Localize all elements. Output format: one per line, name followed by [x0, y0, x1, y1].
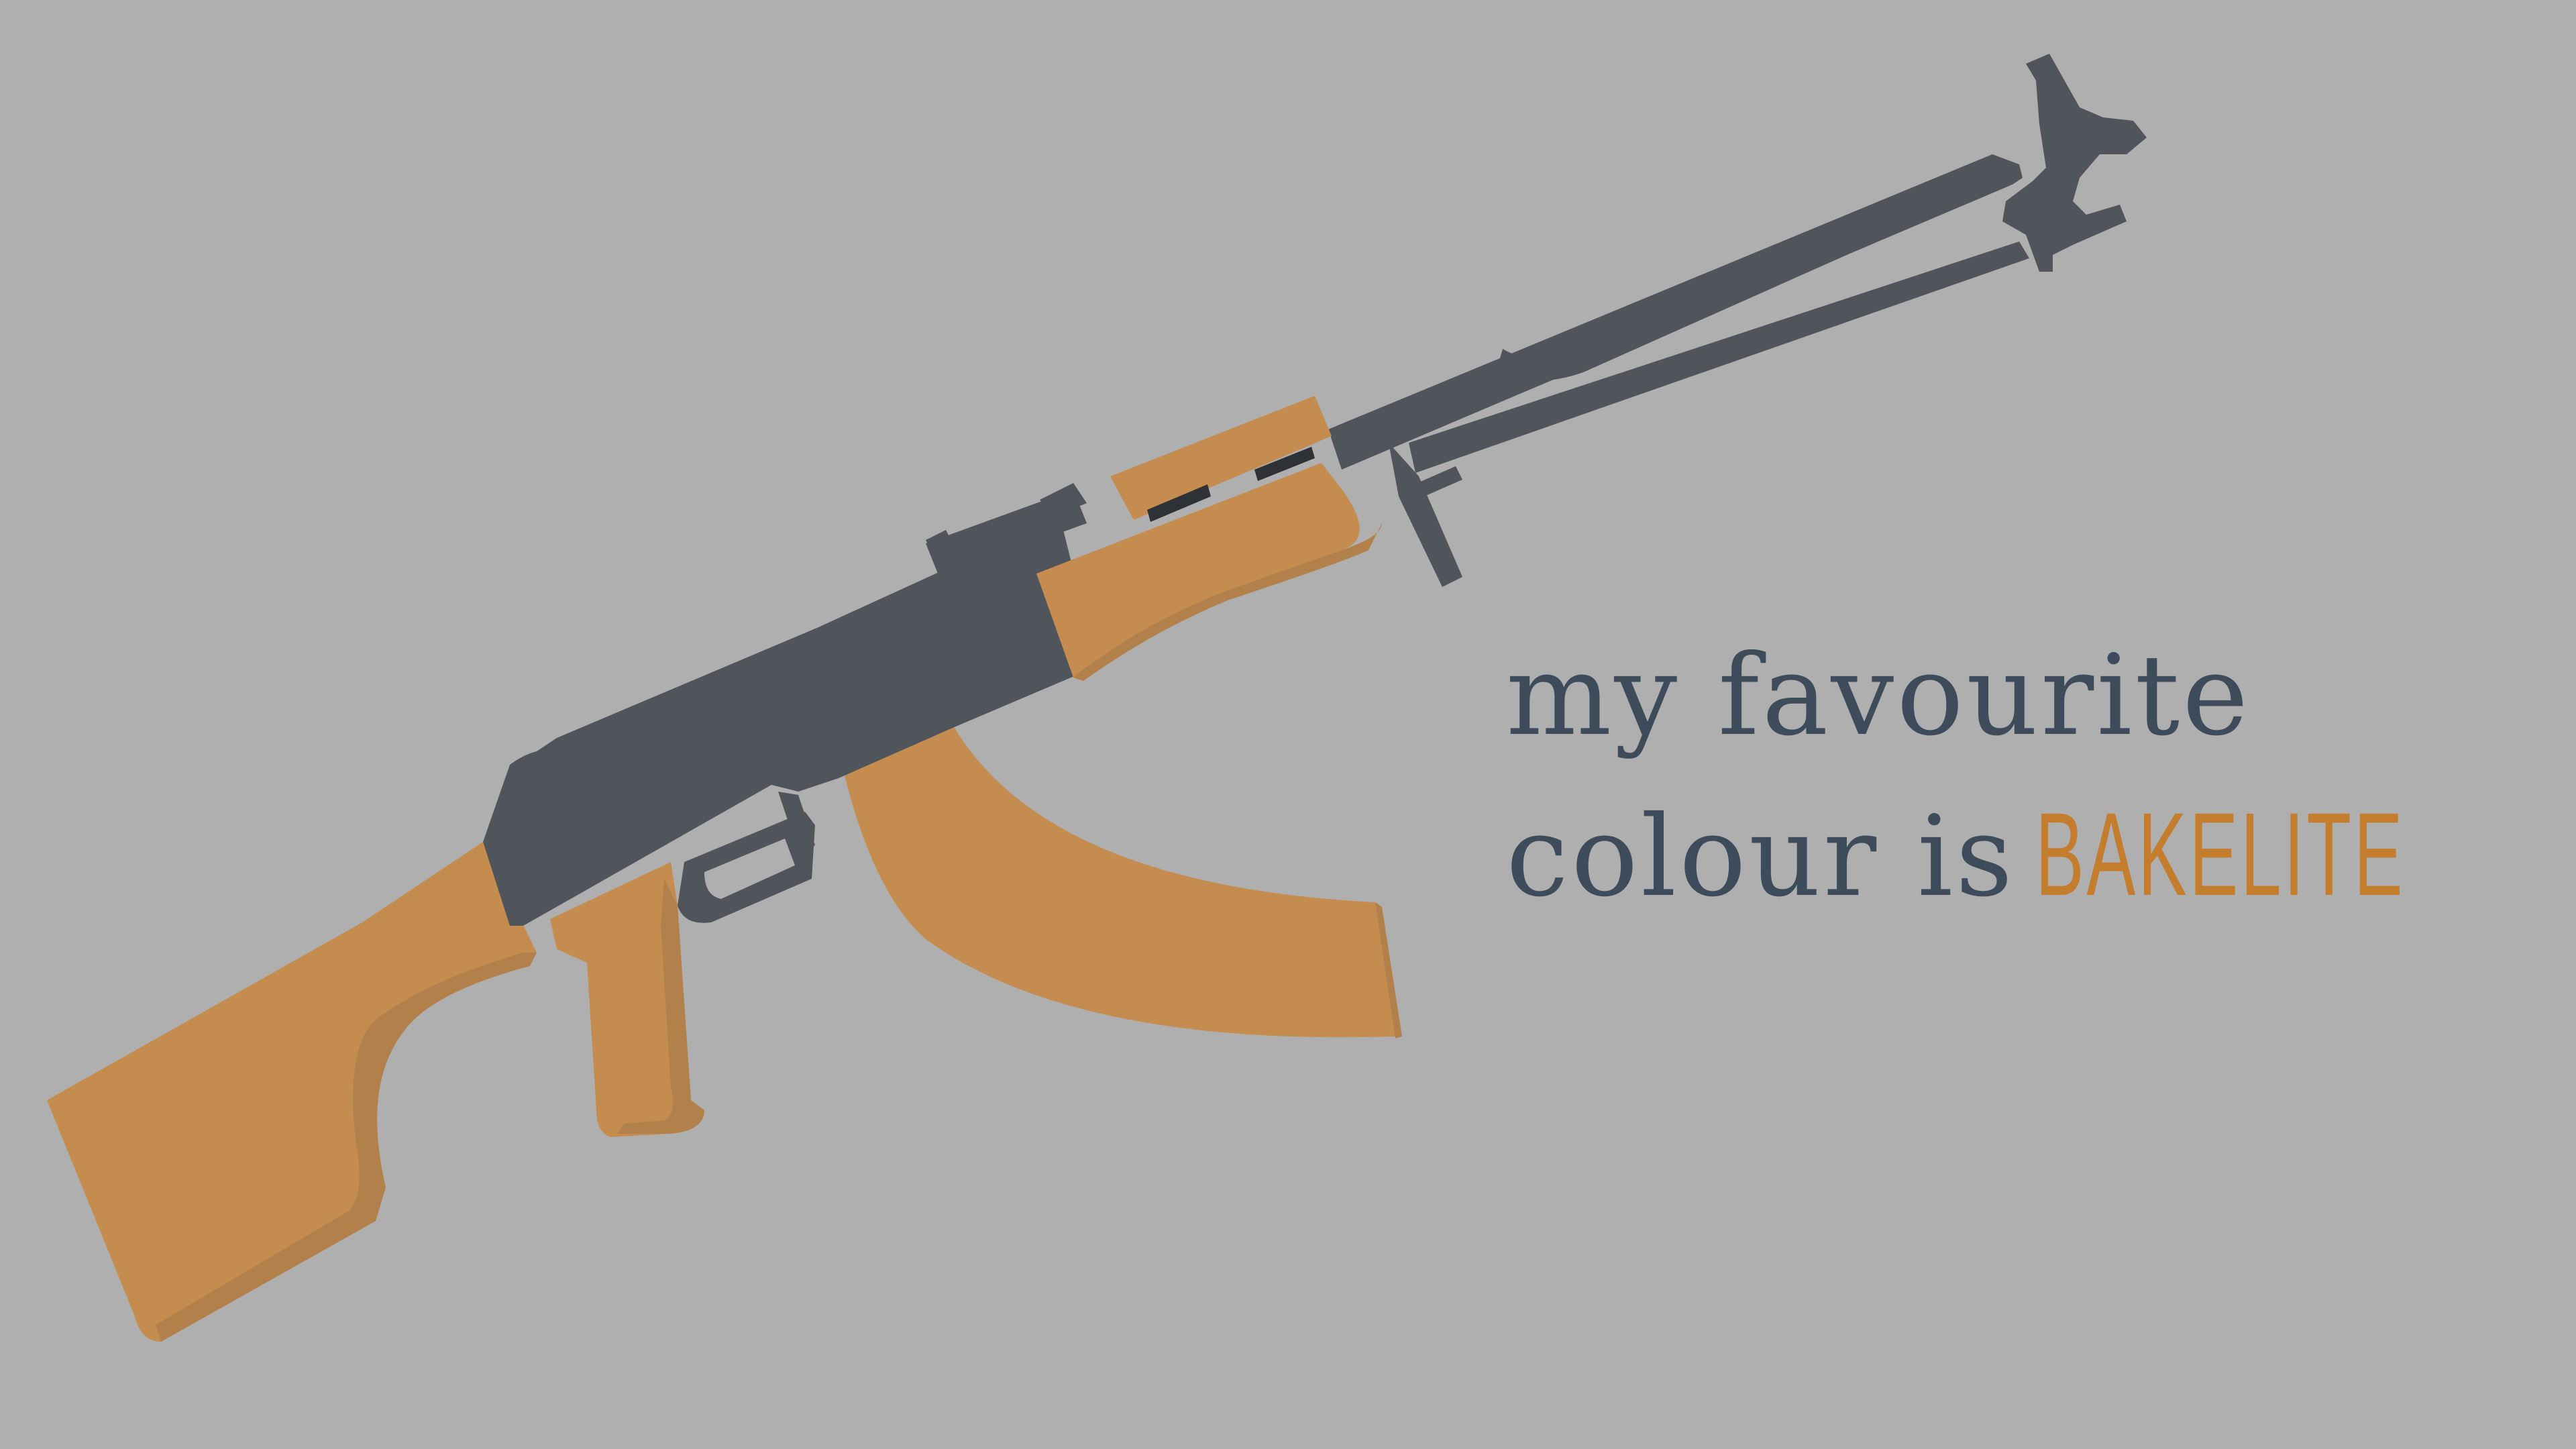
caption-line-2: colour is BAKELITE — [1506, 775, 2576, 936]
caption-highlight: BAKELITE — [2035, 789, 2406, 920]
magazine — [842, 724, 1402, 1038]
caption: my favourite colour is BAKELITE — [1506, 617, 2576, 936]
caption-prefix: colour is — [1506, 792, 2016, 922]
barrel — [1328, 54, 2147, 587]
caption-line-1: my favourite — [1506, 631, 2251, 761]
stock — [47, 842, 537, 1342]
